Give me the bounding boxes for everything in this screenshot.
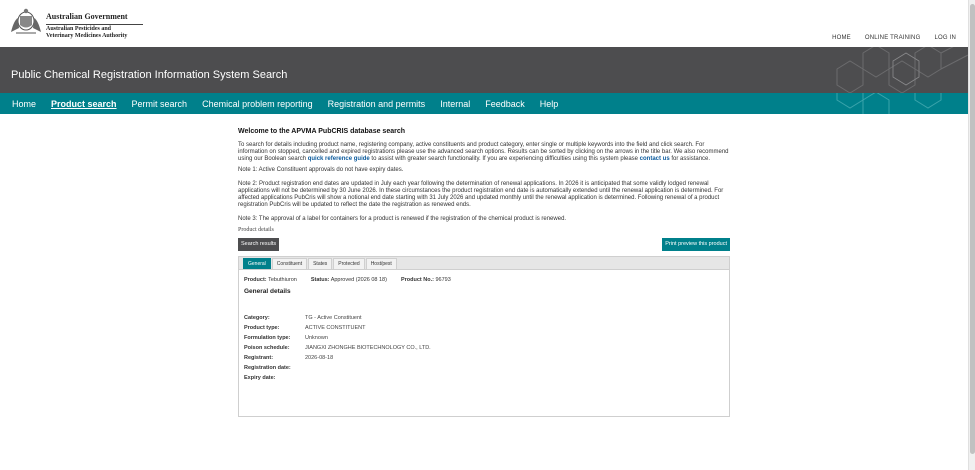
tab-protected[interactable]: Protected [333,258,365,269]
action-row: Search results Print preview this produc… [238,238,730,252]
vertical-scrollbar[interactable] [968,0,975,470]
nav-item-chemical-problem-reporting[interactable]: Chemical problem reporting [190,99,313,109]
product-details-label: Product details [238,227,274,233]
utility-nav: HOME ONLINE TRAINING LOG IN [832,35,956,41]
government-logo[interactable]: Australian Government Australian Pestici… [8,8,143,42]
util-link-home[interactable]: HOME [832,35,851,41]
scrollbar-thumb[interactable] [970,4,975,454]
intro-text-3: for assistance. [671,156,711,162]
site-header: Australian Government Australian Pestici… [0,0,968,47]
util-link-online-training[interactable]: ONLINE TRAINING [865,35,921,41]
nav-item-product-search[interactable]: Product search [39,99,117,109]
product-number-field: Product No.: 96793 [400,277,451,283]
tab-constituent[interactable]: Constituent [271,258,308,269]
authority-name: Australian Pesticides and Veterinary Med… [46,26,127,40]
detail-row: Category: TG - Active Constituent [244,315,362,321]
product-number-value: 96793 [435,277,451,283]
nav-item-permit-search[interactable]: Permit search [120,99,188,109]
product-name-field: Product: Tebuthiuron [244,277,297,283]
search-results-button[interactable]: Search results [238,238,280,251]
util-link-log-in[interactable]: LOG IN [934,35,956,41]
detail-row: Expiry date: [244,375,276,381]
quick-reference-guide-link[interactable]: quick reference guide [308,156,370,162]
general-details-list: Category: TG - Active Constituent Product… [244,313,729,383]
status-value: Approved (2026 08 18) [330,277,387,283]
page-title: Public Chemical Registration Information… [11,69,288,81]
coat-of-arms-icon [11,8,41,34]
general-details-heading: General details [244,288,291,295]
product-summary: Product: Tebuthiuron Status: Approved (2… [244,277,729,283]
logo-divider [46,24,143,25]
intro-text-2: to assist with greater search functional… [371,156,638,162]
hexagon-pattern-decoration [836,47,968,93]
contact-us-link[interactable]: contact us [640,156,670,162]
detail-row: Registrant: 2026-08-18 [244,355,334,361]
page: Australian Government Australian Pestici… [0,0,975,470]
note-2: Note 2: Product registration end dates a… [238,181,724,208]
authority-line-1: Australian Pesticides and [46,26,112,32]
authority-line-2: Veterinary Medicines Authority [46,33,128,39]
main-nav: Home Product search Permit search Chemic… [0,93,968,114]
main-content: Welcome to the APVMA PubCRIS database se… [238,128,730,417]
status-field: Status: Approved (2026 08 18) [310,277,387,283]
detail-row: Registration date: [244,365,291,371]
nav-item-internal[interactable]: Internal [428,99,470,109]
detail-row: Formulation type: Unknown [244,335,328,341]
nav-item-feedback[interactable]: Feedback [473,99,525,109]
product-tabs: General Constituent States Protected Hos… [239,257,729,270]
nav-item-registration-and-permits[interactable]: Registration and permits [316,99,426,109]
detail-row: Product type: ACTIVE CONSTITUENT [244,325,366,331]
product-panel: General Constituent States Protected Hos… [238,256,730,417]
tab-states[interactable]: States [308,258,333,269]
print-preview-button[interactable]: Print preview this product [662,238,730,251]
product-name-value: Tebuthiuron [268,277,297,283]
nav-item-home[interactable]: Home [0,99,36,109]
detail-row: Poison schedule: JIANGXI ZHONGHE BIOTECHN… [244,345,431,351]
note-3: Note 3: The approval of a label for cont… [238,216,567,222]
tab-general[interactable]: General [243,258,271,269]
tab-host-pest[interactable]: Host/pest [365,258,397,269]
government-name: Australian Government [46,12,128,21]
hexagon-pattern-decoration [836,93,942,114]
welcome-heading: Welcome to the APVMA PubCRIS database se… [238,128,406,135]
title-band: Public Chemical Registration Information… [0,47,968,93]
intro-paragraph: To search for details including product … [238,142,730,163]
nav-item-help[interactable]: Help [528,99,559,109]
note-1: Note 1: Active Constituent approvals do … [238,167,404,173]
